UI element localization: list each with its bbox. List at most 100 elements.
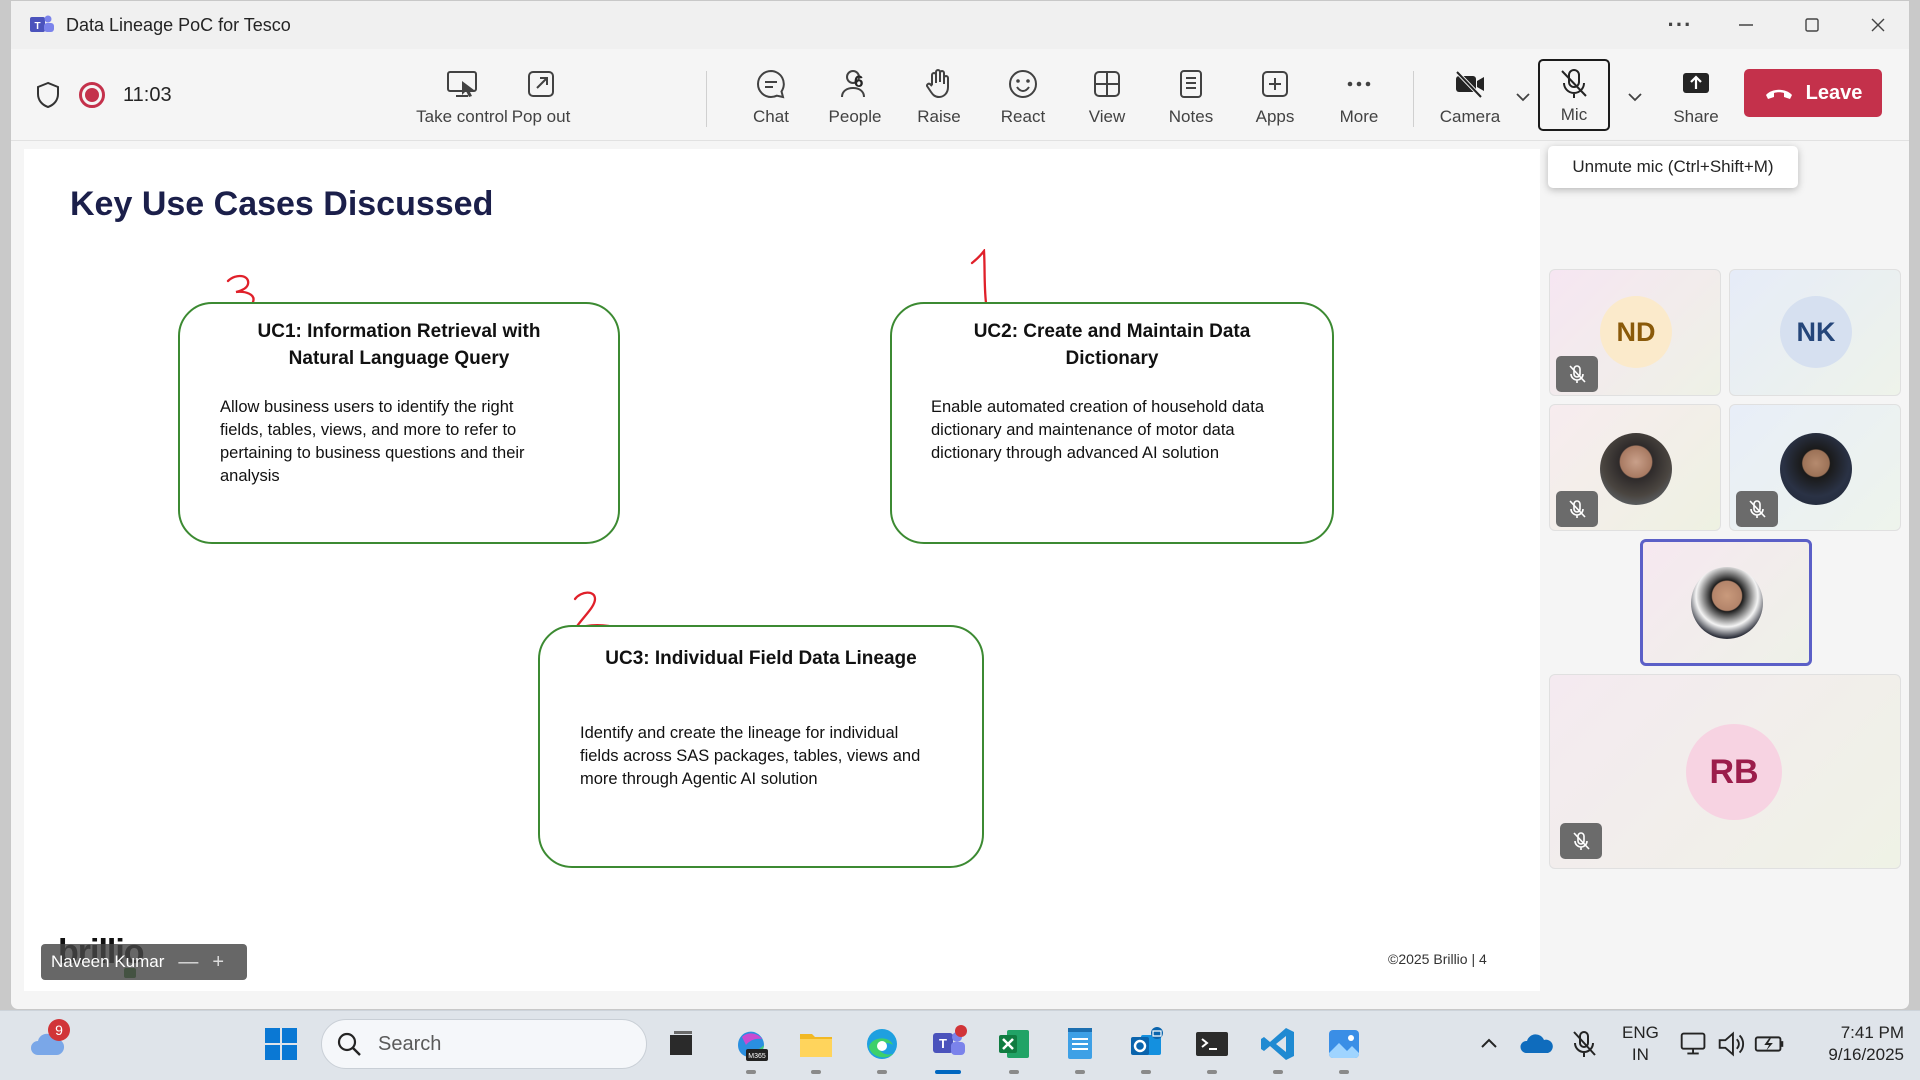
share-button[interactable]: Share bbox=[1656, 63, 1736, 129]
running-indicator bbox=[1339, 1070, 1349, 1074]
running-indicator bbox=[877, 1070, 887, 1074]
participant-photo-avatar bbox=[1600, 433, 1672, 505]
use-case-card-uc3: UC3: Individual Field Data Lineage Ident… bbox=[538, 625, 984, 868]
running-indicator bbox=[1207, 1070, 1217, 1074]
battery-tray[interactable] bbox=[1752, 1024, 1788, 1064]
task-view-icon bbox=[670, 1031, 692, 1055]
svg-text:T: T bbox=[939, 1036, 947, 1051]
onedrive-cloud-icon bbox=[1520, 1034, 1553, 1053]
muted-badge bbox=[1736, 491, 1778, 527]
participant-photo-avatar bbox=[1691, 567, 1763, 639]
apps-button[interactable]: Apps bbox=[1235, 63, 1315, 129]
leave-button[interactable]: Leave bbox=[1744, 69, 1882, 117]
notepad-app[interactable] bbox=[1060, 1024, 1100, 1074]
battery-charging-icon bbox=[1754, 1036, 1784, 1052]
participant-tile-photo-1[interactable] bbox=[1549, 404, 1721, 531]
use-case-card-uc1: UC1: Information Retrieval with Natural … bbox=[178, 302, 620, 544]
language-indicator[interactable]: ENG IN bbox=[1622, 1022, 1659, 1066]
running-indicator bbox=[1009, 1070, 1019, 1074]
terminal-app[interactable] bbox=[1192, 1024, 1232, 1074]
svg-text:M365: M365 bbox=[748, 1053, 766, 1060]
mic-options-chevron-icon[interactable] bbox=[1625, 87, 1645, 107]
mic-off-icon bbox=[1749, 500, 1766, 518]
participant-tile-photo-2[interactable] bbox=[1729, 404, 1901, 531]
network-icon bbox=[1680, 1032, 1706, 1055]
participant-tile-rb[interactable]: RB bbox=[1549, 674, 1901, 869]
participant-photo-avatar bbox=[1780, 433, 1852, 505]
more-dots-icon: ··· bbox=[1667, 12, 1693, 37]
raise-hand-button[interactable]: Raise bbox=[899, 63, 979, 129]
camera-off-icon bbox=[1455, 70, 1484, 99]
start-button[interactable] bbox=[261, 1024, 301, 1064]
vscode-app[interactable] bbox=[1258, 1024, 1298, 1074]
mic-tooltip: Unmute mic (Ctrl+Shift+M) bbox=[1548, 146, 1798, 188]
muted-badge bbox=[1560, 823, 1602, 859]
windows-logo-icon bbox=[265, 1028, 297, 1060]
photos-app[interactable] bbox=[1324, 1024, 1364, 1074]
svg-text:2: 2 bbox=[569, 589, 570, 590]
mic-muted-tray[interactable] bbox=[1564, 1024, 1604, 1064]
task-view-button[interactable] bbox=[661, 1024, 701, 1064]
window-more-button[interactable]: ··· bbox=[1647, 1, 1713, 49]
teams-meeting-window: T Data Lineage PoC for Tesco ··· 11:03 T… bbox=[10, 0, 1910, 1010]
edge-browser-app[interactable] bbox=[862, 1024, 902, 1074]
recording-indicator-icon bbox=[79, 82, 105, 108]
outlook-app[interactable] bbox=[1126, 1024, 1166, 1074]
notification-badge: 9 bbox=[48, 1019, 70, 1041]
notepad-icon bbox=[1068, 1028, 1092, 1059]
file-explorer-app[interactable] bbox=[796, 1024, 836, 1074]
notes-button[interactable]: Notes bbox=[1151, 63, 1231, 129]
mic-button[interactable]: Mic bbox=[1538, 59, 1610, 131]
maximize-button[interactable] bbox=[1779, 1, 1845, 49]
running-indicator bbox=[935, 1070, 961, 1074]
taskbar-search[interactable]: Search bbox=[321, 1019, 647, 1069]
share-screen-icon bbox=[1683, 73, 1709, 93]
muted-badge bbox=[1556, 491, 1598, 527]
take-control-button[interactable]: Take control bbox=[416, 63, 508, 129]
pop-out-icon bbox=[528, 71, 554, 97]
zoom-in-icon[interactable]: + bbox=[212, 951, 224, 974]
volume-tray[interactable] bbox=[1714, 1024, 1750, 1064]
zoom-out-icon[interactable]: — bbox=[178, 951, 198, 974]
minimize-icon bbox=[1739, 24, 1753, 26]
participant-tile-nk[interactable]: NK bbox=[1729, 269, 1901, 396]
people-button[interactable]: 6 People bbox=[815, 63, 895, 129]
mic-off-icon bbox=[1569, 365, 1586, 383]
notes-icon bbox=[1180, 70, 1202, 98]
chevron-up-icon bbox=[1481, 1038, 1497, 1048]
excel-app[interactable] bbox=[994, 1024, 1034, 1074]
folder-icon bbox=[800, 1034, 832, 1057]
use-case-description: Allow business users to identify the rig… bbox=[220, 398, 525, 485]
avatar: RB bbox=[1686, 724, 1782, 820]
teams-logo-icon: T bbox=[30, 15, 54, 32]
network-tray[interactable] bbox=[1676, 1024, 1712, 1064]
presenter-name-tag: Naveen Kumar — + bbox=[41, 944, 247, 980]
pop-out-button[interactable]: Pop out bbox=[501, 63, 581, 129]
shield-icon[interactable] bbox=[35, 81, 61, 109]
running-indicator bbox=[746, 1070, 756, 1074]
participant-tile-nd[interactable]: ND bbox=[1549, 269, 1721, 396]
mic-off-icon bbox=[1569, 500, 1586, 518]
camera-options-chevron-icon[interactable] bbox=[1513, 87, 1533, 107]
participant-tile-self[interactable] bbox=[1640, 539, 1812, 666]
camera-button[interactable]: Camera bbox=[1425, 63, 1515, 129]
show-hidden-icons-button[interactable] bbox=[1469, 1024, 1509, 1064]
more-button[interactable]: More bbox=[1319, 63, 1399, 129]
m365-app[interactable]: M365 bbox=[731, 1024, 771, 1074]
grid-view-icon bbox=[1094, 71, 1120, 97]
svg-text:1: 1 bbox=[962, 249, 963, 250]
muted-badge bbox=[1556, 356, 1598, 392]
view-button[interactable]: View bbox=[1067, 63, 1147, 129]
close-window-button[interactable] bbox=[1845, 1, 1909, 49]
minimize-button[interactable] bbox=[1713, 1, 1779, 49]
system-clock[interactable]: 7:41 PM 9/16/2025 bbox=[1804, 1022, 1904, 1066]
search-icon bbox=[337, 1032, 361, 1056]
react-button[interactable]: React bbox=[983, 63, 1063, 129]
chat-button[interactable]: Chat bbox=[731, 63, 811, 129]
svg-text:T: T bbox=[34, 21, 40, 32]
slide-footer: ©2025 Brillio | 4 bbox=[1388, 951, 1487, 967]
teams-app[interactable]: T bbox=[928, 1024, 968, 1074]
onedrive-tray[interactable] bbox=[1517, 1024, 1557, 1064]
svg-text:3: 3 bbox=[220, 271, 221, 272]
toolbar-divider bbox=[1413, 71, 1414, 127]
